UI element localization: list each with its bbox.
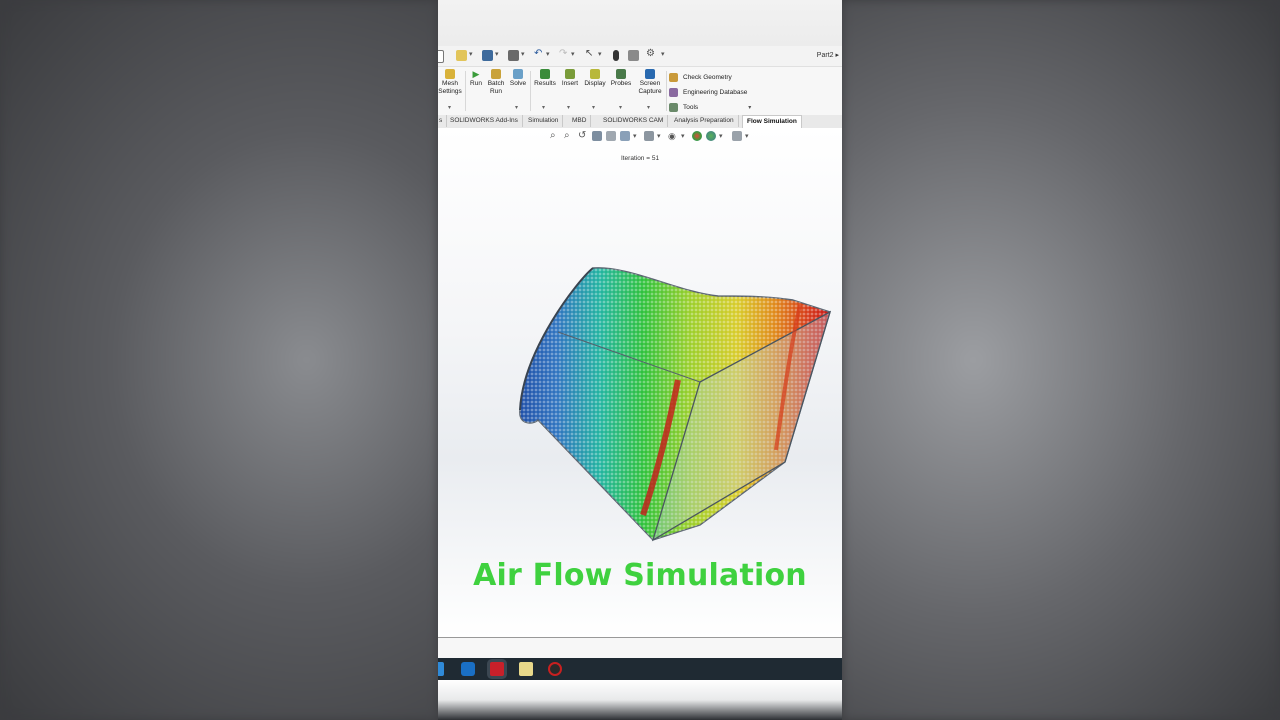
windows-explorer-icon[interactable] (438, 662, 444, 676)
blurred-background-right (842, 0, 1280, 720)
solidworks-window: ▾ ▾ ▾ ↶ ▾ ↷ ▾ ↖ ▾ ⚙ ▾ Part2 ▸ Mesh Setti… (438, 0, 842, 720)
duct-geometry (519, 267, 832, 542)
status-bar (438, 638, 842, 658)
screen-recorder-icon[interactable] (548, 662, 562, 676)
video-caption: Air Flow Simulation (473, 558, 807, 593)
blurred-background-left (0, 0, 438, 720)
outlook-icon[interactable] (461, 662, 475, 676)
solidworks-icon[interactable] (490, 662, 504, 676)
windows-taskbar (438, 658, 842, 680)
notes-icon[interactable] (519, 662, 533, 676)
bottom-fade (438, 680, 842, 720)
flow-simulation-model (519, 267, 832, 542)
